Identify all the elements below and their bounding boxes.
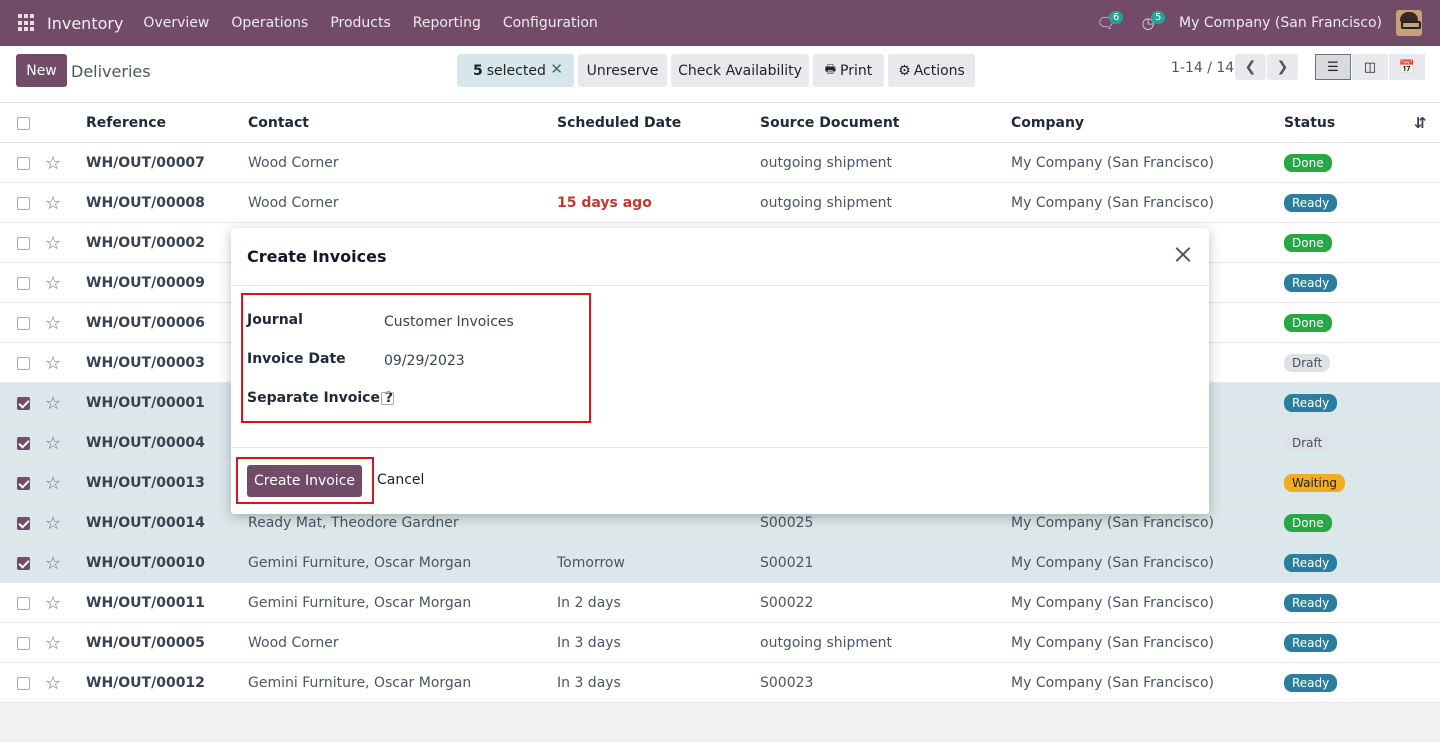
dialog-footer: Create Invoice Cancel — [231, 448, 1209, 513]
journal-label: Journal — [247, 312, 303, 328]
create-invoice-button[interactable]: Create Invoice — [247, 465, 362, 497]
separate-invoice-label: Separate Invoice ? — [247, 390, 393, 406]
dialog-title: Create Invoices — [247, 247, 387, 266]
separate-invoice-checkbox[interactable] — [381, 392, 394, 405]
cancel-button[interactable]: Cancel — [377, 472, 424, 488]
invoice-date-label: Invoice Date — [247, 351, 346, 367]
dialog-header: Create Invoices — [231, 228, 1209, 286]
invoice-date-field[interactable]: 09/29/2023 — [384, 353, 465, 369]
create-invoices-dialog: Create Invoices Journal Customer Invoice… — [231, 228, 1209, 514]
journal-field[interactable]: Customer Invoices — [384, 314, 514, 330]
dialog-body: Journal Customer Invoices Invoice Date 0… — [231, 286, 1209, 448]
close-icon[interactable] — [1171, 243, 1195, 267]
